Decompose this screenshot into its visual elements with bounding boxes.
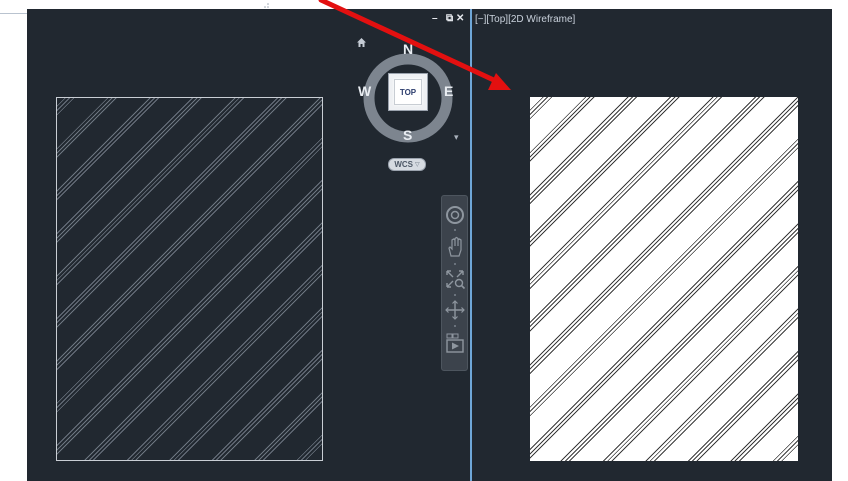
viewport-controls-label[interactable]: [−][Top][2D Wireframe] — [475, 14, 575, 25]
viewcube-menu-icon[interactable]: ▾ — [454, 132, 459, 143]
compass-east[interactable]: E — [444, 84, 453, 98]
close-icon[interactable]: ✕ — [456, 13, 464, 25]
compass-north[interactable]: N — [403, 42, 413, 56]
left-hatch-rectangle[interactable] — [56, 97, 323, 461]
orbit-icon[interactable] — [444, 299, 466, 321]
wcs-label: WCS — [394, 160, 414, 169]
viewcube-top-face[interactable]: TOP — [388, 73, 428, 111]
home-icon[interactable] — [356, 37, 367, 48]
restore-icon[interactable]: ⧉ — [446, 13, 453, 25]
steering-wheel-icon[interactable] — [444, 204, 466, 226]
showmotion-icon[interactable] — [444, 332, 466, 354]
minimize-icon[interactable]: – — [432, 13, 438, 25]
wcs-menu-button[interactable]: WCS ▽ — [388, 158, 426, 171]
nav-separator — [454, 325, 456, 327]
pan-icon[interactable] — [444, 236, 466, 258]
nav-separator — [454, 263, 456, 265]
compass-west[interactable]: W — [358, 84, 371, 98]
nav-separator — [454, 294, 456, 296]
navigation-bar[interactable] — [441, 195, 468, 371]
viewcube-top-face-inner: TOP — [394, 79, 422, 105]
right-hatch-rectangle[interactable] — [530, 97, 798, 461]
nav-separator — [454, 229, 456, 231]
zoom-extents-icon[interactable] — [444, 268, 466, 290]
viewcube-top-label: TOP — [399, 87, 417, 97]
wcs-chevron-icon: ▽ — [415, 162, 420, 168]
viewport-divider[interactable] — [470, 9, 472, 481]
compass-south[interactable]: S — [403, 128, 412, 142]
